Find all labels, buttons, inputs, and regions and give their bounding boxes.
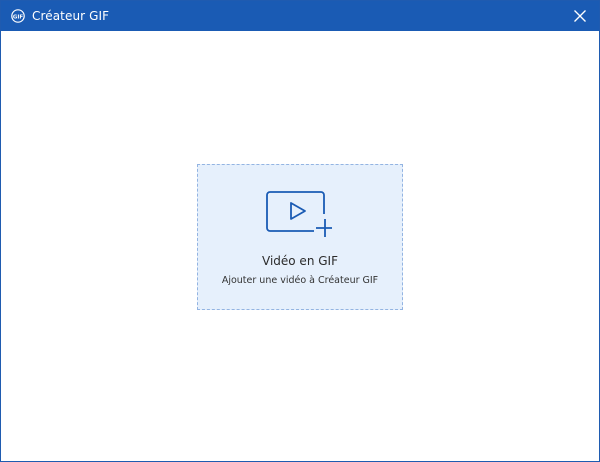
close-icon xyxy=(574,7,586,26)
gif-app-icon: GIF xyxy=(11,9,25,23)
title-bar: GIF Créateur GIF xyxy=(1,1,599,31)
dropzone-subtitle: Ajouter une vidéo à Créateur GIF xyxy=(221,275,379,286)
add-video-dropzone[interactable]: Vidéo en GIF Ajouter une vidéo à Créateu… xyxy=(197,164,403,310)
close-button[interactable] xyxy=(565,1,595,31)
main-content: Vidéo en GIF Ajouter une vidéo à Créateu… xyxy=(1,31,599,461)
dropzone-title: Vidéo en GIF xyxy=(262,254,338,268)
svg-text:GIF: GIF xyxy=(13,14,24,20)
window-title: Créateur GIF xyxy=(32,9,110,23)
video-add-icon xyxy=(266,190,334,238)
gif-creator-window: GIF Créateur GIF Vidéo en GIF Ajouter un… xyxy=(0,0,600,462)
